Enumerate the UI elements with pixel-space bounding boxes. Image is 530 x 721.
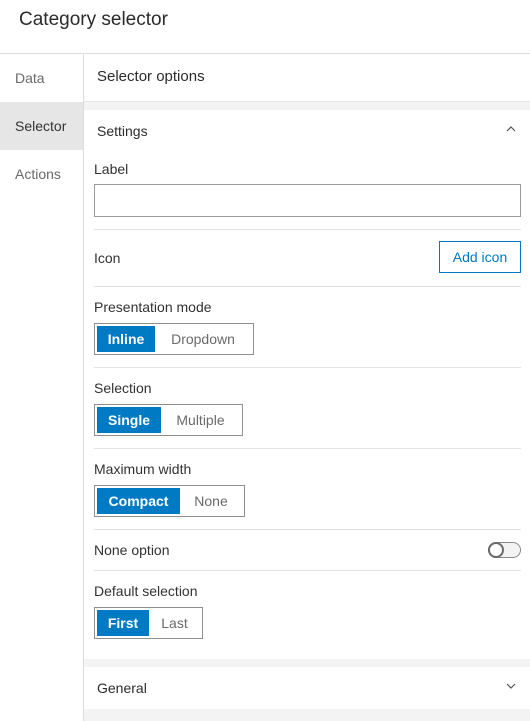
page-title: Category selector xyxy=(19,9,168,30)
title-bar: Category selector xyxy=(0,0,530,54)
maximum-width-compact-option[interactable]: Compact xyxy=(97,488,180,514)
main-header: Selector options xyxy=(84,54,530,102)
general-panel[interactable]: General xyxy=(84,667,530,709)
icon-label: Icon xyxy=(94,250,121,266)
divider xyxy=(94,286,521,287)
maximum-width-segmented: Compact None xyxy=(94,485,245,517)
divider xyxy=(94,529,521,530)
presentation-mode-label: Presentation mode xyxy=(94,299,212,315)
label-field-label: Label xyxy=(94,161,129,177)
presentation-mode-dropdown-option[interactable]: Dropdown xyxy=(155,326,251,352)
presentation-mode-inline-option[interactable]: Inline xyxy=(97,326,155,352)
default-selection-last-option[interactable]: Last xyxy=(149,610,200,636)
sidebar: Data Selector Actions xyxy=(0,54,84,721)
divider xyxy=(94,570,521,571)
default-selection-segmented: First Last xyxy=(94,607,203,639)
divider xyxy=(94,448,521,449)
selection-label: Selection xyxy=(94,380,152,396)
chevron-down-icon[interactable] xyxy=(506,681,516,691)
maximum-width-none-option[interactable]: None xyxy=(180,488,242,514)
toggle-knob xyxy=(488,542,504,558)
presentation-mode-segmented: Inline Dropdown xyxy=(94,323,254,355)
default-selection-first-option[interactable]: First xyxy=(97,610,149,636)
sidebar-item-actions[interactable]: Actions xyxy=(0,150,83,198)
general-title: General xyxy=(97,680,147,696)
selection-single-option[interactable]: Single xyxy=(97,407,161,433)
label-input[interactable] xyxy=(94,184,521,217)
selection-multiple-option[interactable]: Multiple xyxy=(161,407,240,433)
section-title: Selector options xyxy=(97,68,205,85)
chevron-up-icon[interactable] xyxy=(506,124,516,134)
settings-panel: Settings Label Icon Add icon Presentatio… xyxy=(84,110,530,659)
main-panel: Selector options Settings Label Icon Add… xyxy=(84,54,530,721)
default-selection-label: Default selection xyxy=(94,583,198,599)
selection-segmented: Single Multiple xyxy=(94,404,243,436)
settings-title: Settings xyxy=(97,123,148,139)
none-option-label: None option xyxy=(94,542,170,558)
settings-header[interactable]: Settings xyxy=(84,110,530,150)
divider xyxy=(94,229,521,230)
add-icon-button[interactable]: Add icon xyxy=(439,241,521,273)
none-option-toggle[interactable] xyxy=(488,542,521,558)
maximum-width-label: Maximum width xyxy=(94,461,192,477)
divider xyxy=(94,367,521,368)
sidebar-item-selector[interactable]: Selector xyxy=(0,102,83,150)
sidebar-item-data[interactable]: Data xyxy=(0,54,83,102)
